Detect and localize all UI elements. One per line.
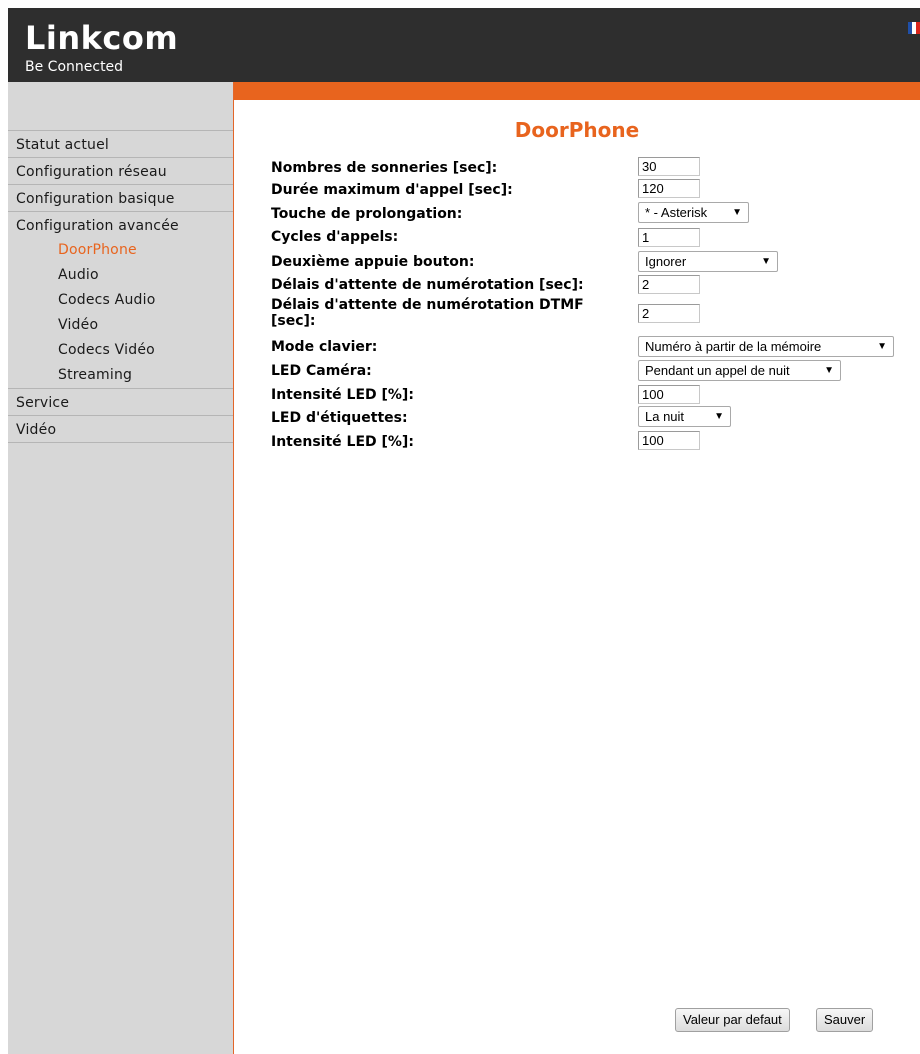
sidebar-item-reseau[interactable]: Configuration réseau	[8, 157, 233, 184]
dtmfwait-input[interactable]: 2	[638, 304, 700, 323]
dialwait-input[interactable]: 2	[638, 275, 700, 294]
ledcam-int-input[interactable]: 100	[638, 385, 700, 404]
rings-label: Nombres de sonneries [sec]:	[271, 160, 498, 176]
sidebar-subitem-audio[interactable]: Audio	[8, 263, 233, 288]
sidebar-menu: Statut actuel Configuration réseau Confi…	[8, 130, 233, 443]
save-button[interactable]: Sauver	[816, 1008, 874, 1032]
page-title: DoorPhone	[514, 118, 640, 142]
ledlabel-select[interactable]: La nuit ▼	[638, 406, 731, 427]
chevron-down-icon: ▼	[824, 365, 834, 376]
default-values-button[interactable]: Valeur par defaut	[675, 1008, 790, 1032]
sidebar-subitem-streaming[interactable]: Streaming	[8, 363, 233, 388]
sidebar-item-basique[interactable]: Configuration basique	[8, 184, 233, 211]
sidebar-item-avancee[interactable]: Configuration avancée	[8, 211, 233, 238]
second-label: Deuxième appuie bouton:	[271, 254, 475, 270]
ledcam-label: LED Caméra:	[271, 363, 372, 379]
cycles-label: Cycles d'appels:	[271, 229, 399, 245]
logo-subtitle: Be Connected	[25, 59, 124, 75]
second-select-value: Ignorer	[645, 254, 687, 269]
dtmfwait-label-line1: Délais d'attente de numérotation DTMF	[271, 297, 584, 313]
chevron-down-icon: ▼	[761, 256, 771, 267]
french-flag-icon[interactable]	[908, 22, 920, 34]
dtmfwait-label: Délais d'attente de numérotation DTMF [se…	[271, 297, 611, 329]
sidebar-item-video[interactable]: Vidéo	[8, 415, 233, 443]
ledlabel-int-input[interactable]: 100	[638, 431, 700, 450]
sidebar-subitem-doorphone[interactable]: DoorPhone	[8, 238, 233, 263]
dialwait-label: Délais d'attente de numérotation [sec]:	[271, 277, 584, 293]
ledlabel-select-value: La nuit	[645, 409, 685, 424]
second-select[interactable]: Ignorer ▼	[638, 251, 778, 272]
logo-title: Linkcom	[25, 19, 179, 57]
chevron-down-icon: ▼	[732, 207, 742, 218]
cycles-input[interactable]: 1	[638, 228, 700, 247]
dtmfwait-label-line2: [sec]:	[271, 313, 316, 329]
ledlabel-int-label: Intensité LED [%]:	[271, 434, 414, 450]
accent-bar	[234, 82, 920, 100]
sidebar-submenu-avancee: DoorPhone Audio Codecs Audio Vidéo Codec…	[8, 238, 233, 388]
sidebar-item-statut[interactable]: Statut actuel	[8, 130, 233, 157]
ledcam-int-label: Intensité LED [%]:	[271, 387, 414, 403]
ledlabel-label: LED d'étiquettes:	[271, 410, 408, 426]
keypad-select[interactable]: Numéro à partir de la mémoire ▼	[638, 336, 894, 357]
chevron-down-icon: ▼	[714, 411, 724, 422]
keypad-label: Mode clavier:	[271, 339, 378, 355]
extend-select-value: * - Asterisk	[645, 205, 708, 220]
sidebar-subitem-video[interactable]: Vidéo	[8, 313, 233, 338]
maxcall-label: Durée maximum d'appel [sec]:	[271, 182, 513, 198]
sidebar-subitem-codecs-audio[interactable]: Codecs Audio	[8, 288, 233, 313]
extend-select[interactable]: * - Asterisk ▼	[638, 202, 749, 223]
ledcam-select-value: Pendant un appel de nuit	[645, 363, 790, 378]
keypad-select-value: Numéro à partir de la mémoire	[645, 339, 822, 354]
rings-input[interactable]: 30	[638, 157, 700, 176]
extend-label: Touche de prolongation:	[271, 206, 463, 222]
sidebar-item-service[interactable]: Service	[8, 388, 233, 415]
sidebar-subitem-codecs-video[interactable]: Codecs Vidéo	[8, 338, 233, 363]
chevron-down-icon: ▼	[877, 341, 887, 352]
ledcam-select[interactable]: Pendant un appel de nuit ▼	[638, 360, 841, 381]
sidebar: Statut actuel Configuration réseau Confi…	[8, 82, 234, 1054]
maxcall-input[interactable]: 120	[638, 179, 700, 198]
header: Linkcom Be Connected	[8, 8, 920, 82]
